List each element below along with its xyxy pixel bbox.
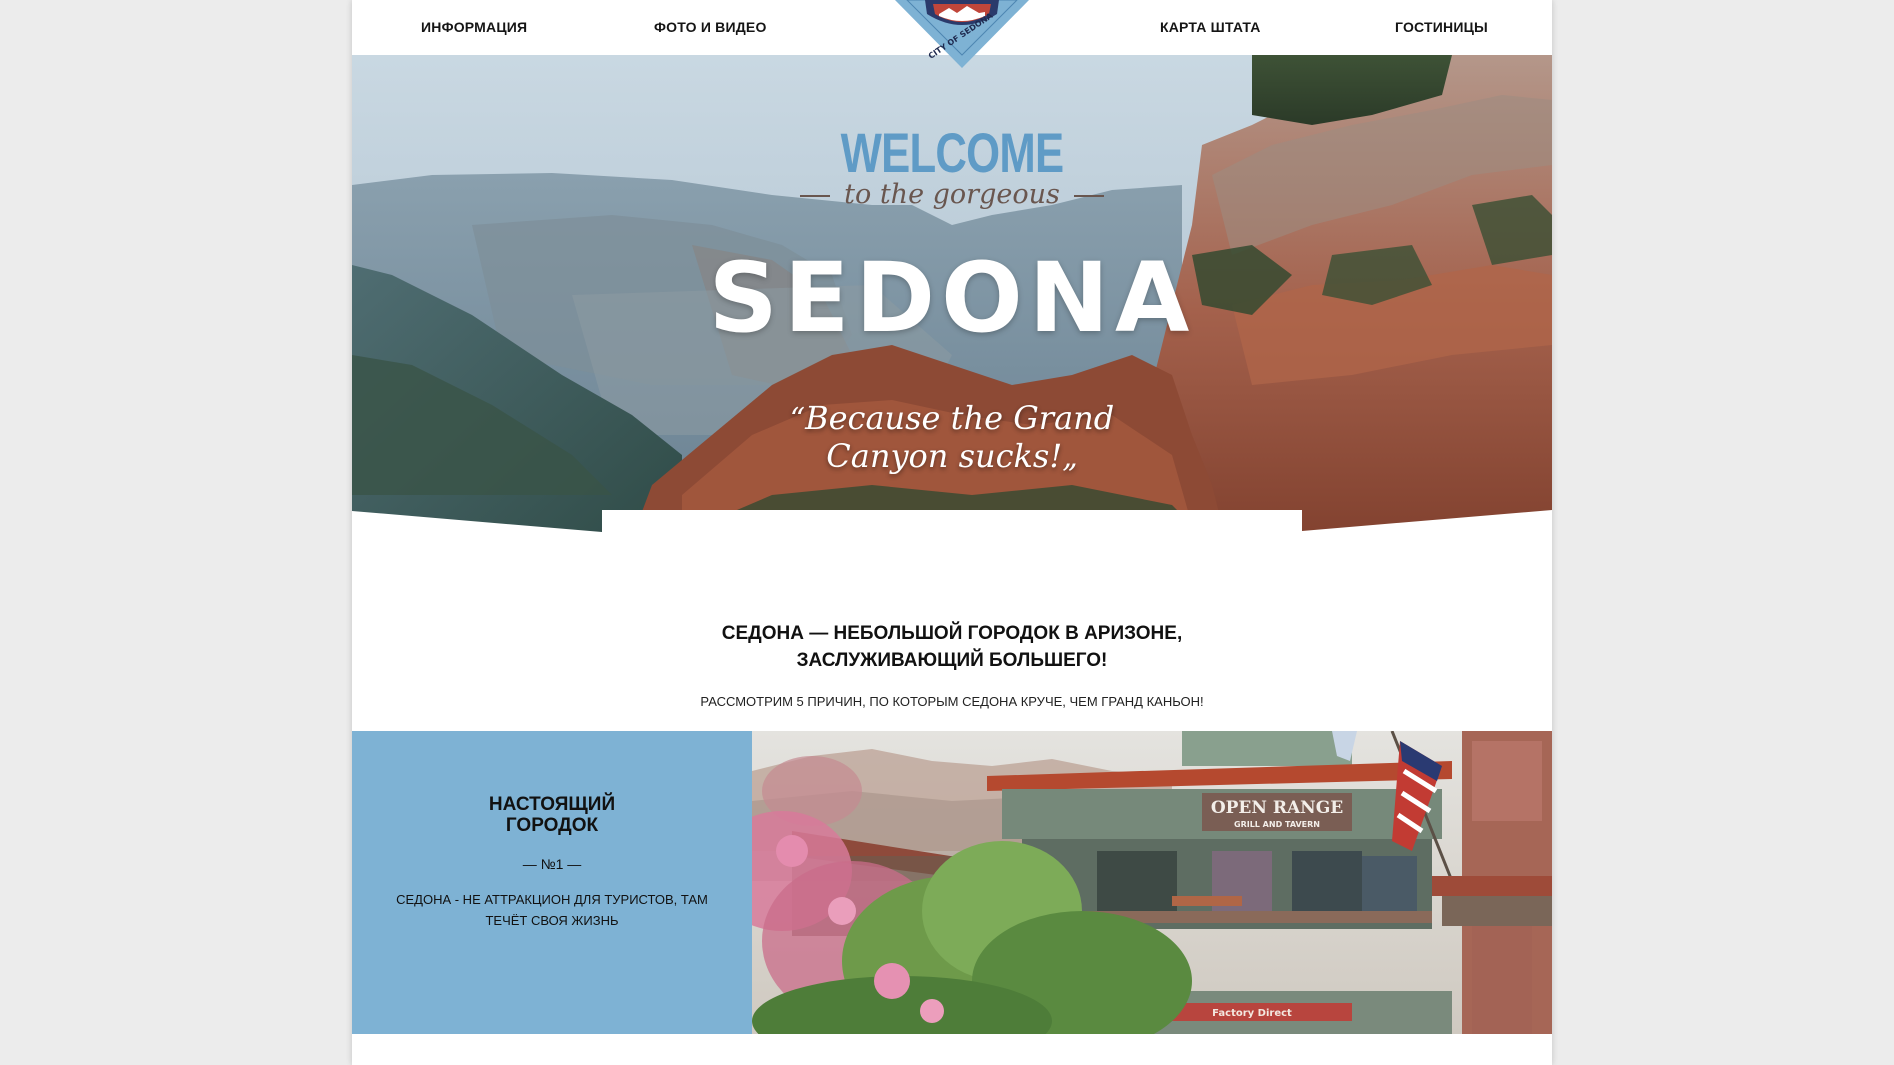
photo-sign-subtext: GRILL AND TAVERN xyxy=(1234,820,1320,829)
town-photo-illustration: OPEN RANGE GRILL AND TAVERN Factory Dire… xyxy=(752,731,1552,1034)
nav-link-hotels[interactable]: ГОСТИНИЦЫ xyxy=(1395,19,1488,35)
reason-title: НАСТОЯЩИЙ ГОРОДОК xyxy=(352,794,752,836)
photo-store-text: Factory Direct xyxy=(1212,1008,1292,1019)
nav-link-info[interactable]: ИНФОРМАЦИЯ xyxy=(421,19,527,35)
nav-link-media[interactable]: ФОТО И ВИДЕО xyxy=(654,19,767,35)
intro-subtitle: РАССМОТРИМ 5 ПРИЧИН, ПО КОТОРЫМ СЕДОНА К… xyxy=(700,694,1204,709)
quote-line-2: Canyon sucks!„ xyxy=(772,438,1132,476)
nav-link-map[interactable]: КАРТА ШТАТА xyxy=(1160,19,1261,35)
reason-description: СЕДОНА - НЕ АТТРАКЦИОН ДЛЯ ТУРИСТОВ, ТАМ… xyxy=(396,892,708,928)
quote-text-1: Because the Grand xyxy=(805,399,1115,437)
photo-sign-text: OPEN RANGE xyxy=(1211,798,1343,818)
reason-number: — №1 — xyxy=(522,856,582,872)
welcome-heading: WELCOME xyxy=(840,121,1064,184)
welcome-subheading: to the gorgeous xyxy=(352,181,1552,208)
reason-text-panel: НАСТОЯЩИЙ ГОРОДОК — №1 — СЕДОНА - НЕ АТТ… xyxy=(352,731,752,1034)
gorgeous-text: to the gorgeous xyxy=(844,179,1060,210)
left-dash xyxy=(800,194,831,197)
right-dash xyxy=(1073,194,1104,197)
open-quote-icon: “ xyxy=(789,402,806,437)
quote-text-2: Canyon sucks! xyxy=(826,437,1063,475)
hero-quote: “Because the Grand Canyon sucks!„ xyxy=(772,400,1132,476)
quote-line-1: “Because the Grand xyxy=(772,400,1132,438)
hero-banner: WELCOME to the gorgeous SEDONA “Because … xyxy=(352,55,1552,565)
reason-title-line-2: ГОРОДОК xyxy=(505,815,599,836)
intro-title: СЕДОНА — НЕБОЛЬШОЙ ГОРОДОК В АРИЗОНЕ, ЗА… xyxy=(352,620,1552,674)
reason-section: НАСТОЯЩИЙ ГОРОДОК — №1 — СЕДОНА - НЕ АТТ… xyxy=(352,731,1552,1034)
city-name-heading: SEDONA xyxy=(708,242,1196,354)
close-quote-icon: „ xyxy=(1062,440,1078,475)
reason-title-line-1: НАСТОЯЩИЙ xyxy=(488,794,616,815)
intro-title-line-1: СЕДОНА — НЕБОЛЬШОЙ ГОРОДОК В АРИЗОНЕ, xyxy=(721,623,1183,644)
city-logo[interactable]: CITY OF SEDONA xyxy=(887,0,1037,72)
page: ИНФОРМАЦИЯ ФОТО И ВИДЕО КАРТА ШТАТА ГОСТ… xyxy=(352,0,1552,1065)
intro-title-line-2: ЗАСЛУЖИВАЮЩИЙ БОЛЬШЕГО! xyxy=(796,650,1108,671)
town-street-photo: OPEN RANGE GRILL AND TAVERN Factory Dire… xyxy=(752,731,1552,1034)
